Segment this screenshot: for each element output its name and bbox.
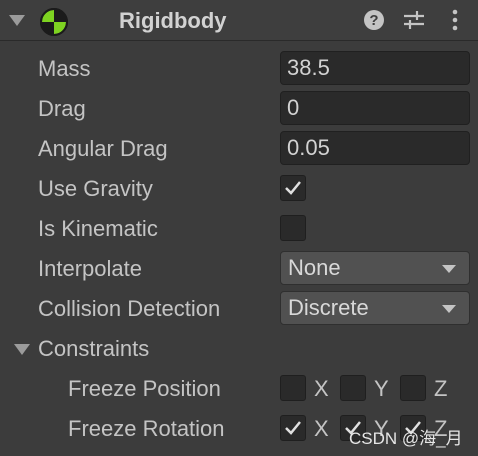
axis-x-label: X xyxy=(314,376,329,401)
interpolate-selected: None xyxy=(288,255,341,280)
drag-label: Drag xyxy=(38,96,86,121)
angular-drag-field[interactable]: 0.05 xyxy=(280,131,470,165)
axis-z-label: Z xyxy=(434,376,448,401)
is-kinematic-checkbox[interactable] xyxy=(280,215,306,241)
component-header[interactable]: Rigidbody ? xyxy=(0,0,478,41)
component-title: Rigidbody xyxy=(119,8,227,33)
mass-label: Mass xyxy=(38,56,91,81)
constraints-foldout-icon[interactable] xyxy=(14,344,30,355)
collision-detection-selected: Discrete xyxy=(288,295,369,320)
freeze-rotation-label: Freeze Rotation xyxy=(68,416,225,441)
freeze-position-y-checkbox[interactable] xyxy=(340,375,366,401)
use-gravity-checkbox[interactable] xyxy=(280,175,306,201)
constraints-label[interactable]: Constraints xyxy=(38,336,149,362)
collision-detection-label: Collision Detection xyxy=(38,296,221,321)
checkmark-icon xyxy=(285,181,301,195)
foldout-arrow-icon[interactable] xyxy=(9,15,25,26)
chevron-down-icon xyxy=(442,305,456,313)
collision-detection-dropdown[interactable]: Discrete xyxy=(280,291,470,325)
freeze-rotation-x-checkbox[interactable] xyxy=(280,415,306,441)
rigidbody-physics-icon xyxy=(40,8,68,36)
drag-field[interactable]: 0 xyxy=(280,91,470,125)
chevron-down-icon xyxy=(442,265,456,273)
more-vertical-icon[interactable] xyxy=(443,8,467,32)
freeze-position-label: Freeze Position xyxy=(68,376,221,401)
help-glyph: ? xyxy=(369,12,378,29)
angular-drag-label: Angular Drag xyxy=(38,136,168,161)
interpolate-label: Interpolate xyxy=(38,256,142,281)
watermark: CSDN @海_月 xyxy=(349,429,463,448)
axis-y-label: Y xyxy=(374,376,389,401)
preset-sliders-icon[interactable] xyxy=(402,8,426,32)
help-icon[interactable]: ? xyxy=(362,8,386,32)
checkmark-icon xyxy=(285,421,301,435)
interpolate-dropdown[interactable]: None xyxy=(280,251,470,285)
mass-field[interactable]: 38.5 xyxy=(280,51,470,85)
freeze-position-z-checkbox[interactable] xyxy=(400,375,426,401)
freeze-position-x-checkbox[interactable] xyxy=(280,375,306,401)
axis-x-label: X xyxy=(314,416,329,441)
use-gravity-label: Use Gravity xyxy=(38,176,153,201)
is-kinematic-label: Is Kinematic xyxy=(38,216,158,241)
